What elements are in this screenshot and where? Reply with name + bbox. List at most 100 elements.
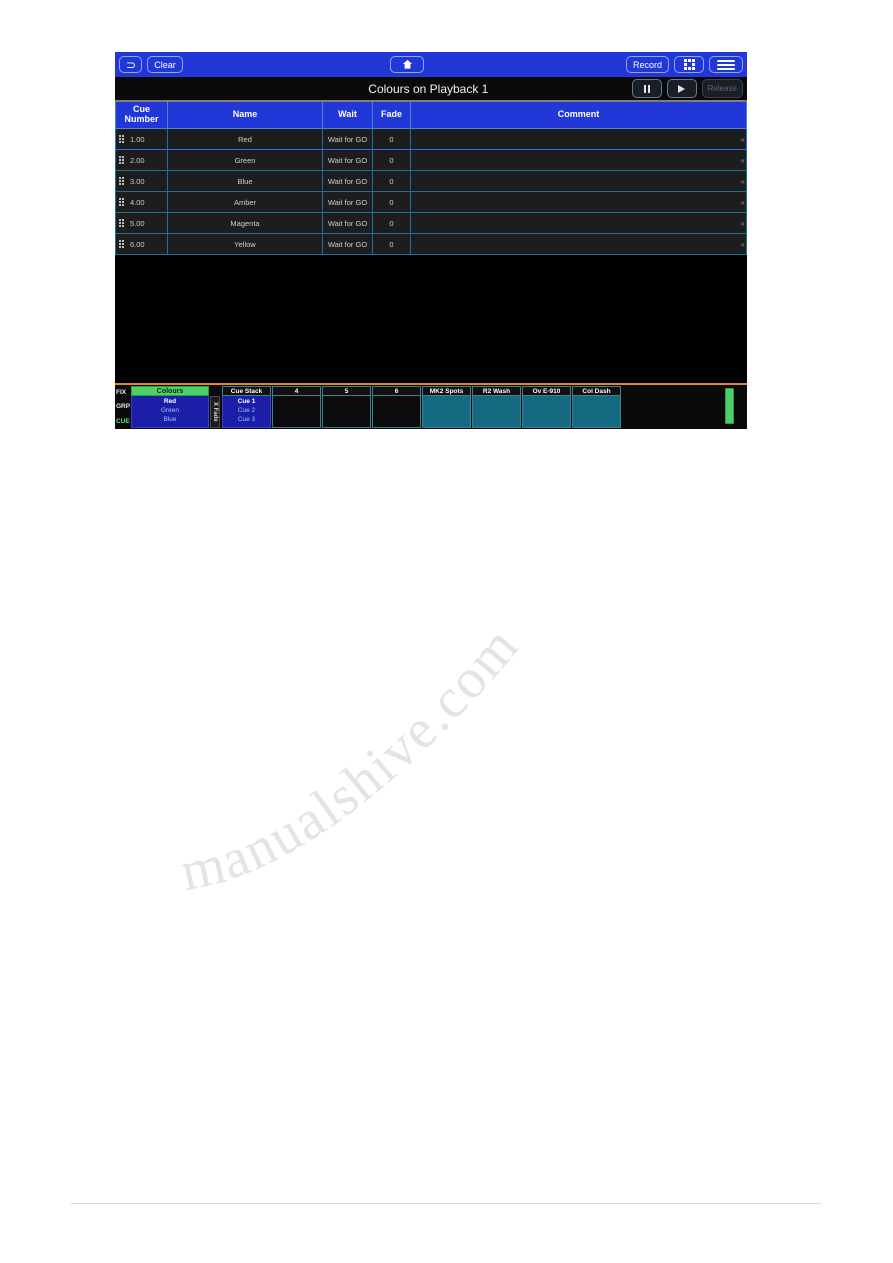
cue-rows-body: 1.00 Red Wait for GO 0 «2.00 Green Wait for GO… <box>115 128 747 255</box>
cell-cue-fade[interactable]: 0 <box>372 191 411 213</box>
cell-cue-wait[interactable]: Wait for GO <box>322 212 373 234</box>
cell-cue-comment[interactable]: « <box>410 191 747 213</box>
chevron-double-left-icon[interactable]: « <box>741 156 746 165</box>
cell-cue-comment[interactable]: « <box>410 233 747 255</box>
cell-cue-number[interactable]: 3.00 <box>115 170 168 192</box>
transport-controls: Release <box>631 79 747 98</box>
palette-item[interactable]: Red <box>164 397 176 406</box>
home-button[interactable] <box>390 56 425 73</box>
chevron-double-left-icon[interactable]: « <box>741 177 746 186</box>
drag-handle-icon[interactable] <box>119 177 124 185</box>
drag-handle-icon[interactable] <box>119 219 124 227</box>
table-row[interactable]: 1.00 Red Wait for GO 0 « <box>115 128 747 150</box>
cell-cue-comment[interactable]: « <box>410 212 747 234</box>
chevron-double-left-icon[interactable]: « <box>741 135 746 144</box>
cell-cue-wait[interactable]: Wait for GO <box>322 149 373 171</box>
lighting-console-screenshot: ⊃ Clear Record Colours on Playback 1 Rel… <box>115 52 747 429</box>
cell-cue-wait[interactable]: Wait for GO <box>322 191 373 213</box>
window-tab-fix[interactable]: FIX <box>115 389 131 397</box>
table-row[interactable]: 6.00 Yellow Wait for GO 0 « <box>115 233 747 255</box>
drag-handle-icon[interactable] <box>119 135 124 143</box>
cell-cue-fade[interactable]: 0 <box>372 149 411 171</box>
playback-title: Cue Stack <box>222 386 271 396</box>
window-tab-grp[interactable]: GRP <box>115 404 131 411</box>
column-header-fade[interactable]: Fade <box>372 101 411 129</box>
cue-number-value: 5.00 <box>130 218 145 228</box>
cell-cue-number[interactable]: 4.00 <box>115 191 168 213</box>
cell-cue-name[interactable]: Amber <box>167 191 323 213</box>
footer-divider <box>71 1203 821 1204</box>
playback-title-bar: Colours on Playback 1 Release <box>115 77 747 101</box>
grid-view-button[interactable] <box>674 56 705 73</box>
cue-number-value: 2.00 <box>130 155 145 165</box>
cell-cue-number[interactable]: 6.00 <box>115 233 168 255</box>
cell-cue-comment[interactable]: « <box>410 170 747 192</box>
cue-number-value: 1.00 <box>130 134 145 144</box>
palette-item[interactable]: Blue <box>163 415 176 424</box>
column-header-cue-number[interactable]: Cue Number <box>115 101 168 129</box>
chevron-double-left-icon[interactable]: « <box>741 240 746 249</box>
playback-cue-item[interactable]: Cue 2 <box>238 406 255 415</box>
cell-cue-number[interactable]: 1.00 <box>115 128 168 150</box>
release-button[interactable]: Release <box>701 79 743 98</box>
cell-cue-number[interactable]: 2.00 <box>115 149 168 171</box>
record-button[interactable]: Record <box>626 56 670 73</box>
clear-button[interactable]: Clear <box>147 56 184 73</box>
palette-item[interactable]: Green <box>161 406 179 415</box>
play-button[interactable] <box>666 79 697 98</box>
playback-cue-item[interactable]: Cue 3 <box>238 415 255 424</box>
playback-column[interactable]: 6 <box>372 386 421 428</box>
cell-cue-wait[interactable]: Wait for GO <box>322 170 373 192</box>
playback-column[interactable]: Ov E-910 <box>522 386 571 428</box>
drag-handle-icon[interactable] <box>119 240 124 248</box>
playback-title: MK2 Spots <box>422 386 471 396</box>
column-header-name[interactable]: Name <box>167 101 323 129</box>
window-type-tabs: FIX GRP CUE <box>115 385 131 429</box>
cell-cue-fade[interactable]: 0 <box>372 233 411 255</box>
table-row[interactable]: 3.00 Blue Wait for GO 0 « <box>115 170 747 192</box>
cell-cue-name[interactable]: Blue <box>167 170 323 192</box>
cue-list-table: Cue Number Name Wait Fade Comment 1.00 Re… <box>115 101 747 255</box>
drag-handle-icon[interactable] <box>119 198 124 206</box>
chevron-double-left-icon[interactable]: « <box>741 219 746 228</box>
cell-cue-wait[interactable]: Wait for GO <box>322 233 373 255</box>
home-icon <box>402 59 413 70</box>
column-header-wait[interactable]: Wait <box>322 101 373 129</box>
playback-column[interactable]: MK2 Spots <box>422 386 471 428</box>
playback-column[interactable]: Col Dash <box>572 386 621 428</box>
cell-cue-fade[interactable]: 0 <box>372 170 411 192</box>
top-toolbar: ⊃ Clear Record <box>115 52 747 77</box>
cell-cue-number[interactable]: 5.00 <box>115 212 168 234</box>
table-row[interactable]: 2.00 Green Wait for GO 0 « <box>115 149 747 171</box>
menu-button[interactable] <box>709 56 744 73</box>
pause-button[interactable] <box>631 79 662 98</box>
playback-column[interactable]: Cue Stack Cue 1 Cue 2 Cue 3 <box>222 386 271 428</box>
cell-cue-comment[interactable]: « <box>410 149 747 171</box>
back-button[interactable]: ⊃ <box>119 56 143 73</box>
master-fader[interactable] <box>724 388 734 424</box>
table-row[interactable]: 4.00 Amber Wait for GO 0 « <box>115 191 747 213</box>
cell-cue-name[interactable]: Magenta <box>167 212 323 234</box>
page-title: Colours on Playback 1 <box>368 81 489 96</box>
cell-cue-name[interactable]: Green <box>167 149 323 171</box>
playback-column[interactable]: 4 <box>272 386 321 428</box>
cell-cue-fade[interactable]: 0 <box>372 212 411 234</box>
cell-cue-fade[interactable]: 0 <box>372 128 411 150</box>
cell-cue-comment[interactable]: « <box>410 128 747 150</box>
playback-body: Cue 1 Cue 2 Cue 3 <box>222 396 271 428</box>
playback-column[interactable]: 5 <box>322 386 371 428</box>
playback-column[interactable]: R2 Wash <box>472 386 521 428</box>
chevron-double-left-icon[interactable]: « <box>741 198 746 207</box>
playback-title: R2 Wash <box>472 386 521 396</box>
cell-cue-wait[interactable]: Wait for GO <box>322 128 373 150</box>
playback-body <box>472 396 521 428</box>
pause-icon <box>643 84 650 93</box>
drag-handle-icon[interactable] <box>119 156 124 164</box>
colour-palette-window[interactable]: Colours Red Green Blue <box>131 386 209 428</box>
playback-cue-item[interactable]: Cue 1 <box>238 397 256 406</box>
table-row[interactable]: 5.00 Magenta Wait for GO 0 « <box>115 212 747 234</box>
cell-cue-name[interactable]: Red <box>167 128 323 150</box>
column-header-comment[interactable]: Comment <box>410 101 747 129</box>
cell-cue-name[interactable]: Yellow <box>167 233 323 255</box>
window-tab-cue[interactable]: CUE <box>115 418 131 426</box>
